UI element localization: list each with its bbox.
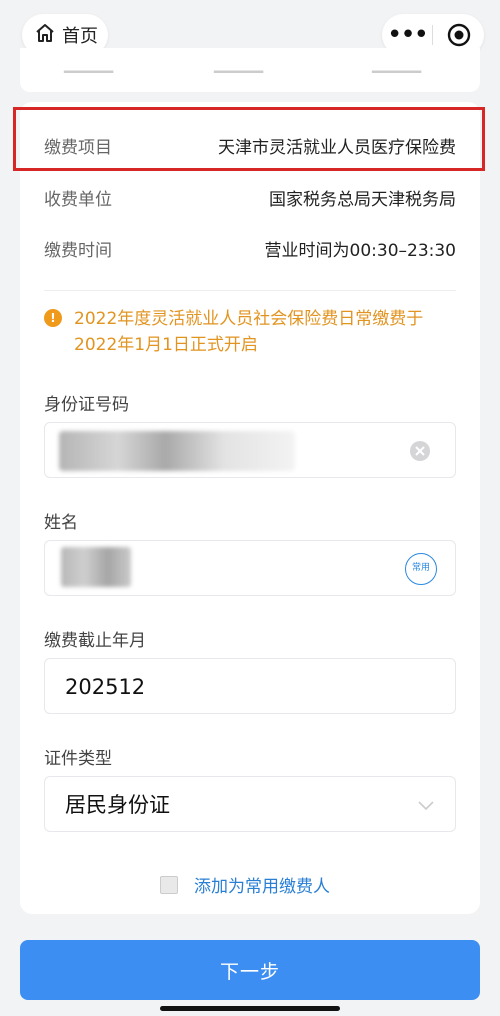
deadline-label: 缴费截止年月: [44, 631, 146, 651]
cert-type-select[interactable]: 居民身份证: [44, 776, 456, 832]
info-key: 收费单位: [44, 190, 112, 210]
notice-line: 2022年1月1日正式开启: [74, 335, 258, 355]
info-key: 缴费项目: [44, 138, 112, 158]
home-label: 首页: [62, 26, 98, 47]
info-value: 天津市灵活就业人员医疗保险费: [218, 138, 456, 158]
add-payer-label[interactable]: 添加为常用缴费人: [194, 872, 330, 897]
divider: [44, 290, 456, 291]
info-key: 缴费时间: [44, 241, 112, 261]
redacted-name-value: [61, 547, 131, 587]
info-icon: !: [44, 309, 62, 327]
info-row-unit: 收费单位 国家税务总局天津税务局: [44, 185, 456, 210]
clear-input-icon[interactable]: [409, 440, 431, 466]
close-miniprogram-icon[interactable]: [433, 23, 484, 47]
name-label: 姓名: [44, 513, 78, 533]
info-row-time: 缴费时间 营业时间为00:30–23:30: [44, 236, 456, 261]
home-indicator: [160, 1006, 340, 1011]
info-value: 国家税务总局天津税务局: [269, 190, 456, 210]
info-value: 营业时间为00:30–23:30: [264, 241, 456, 261]
cert-type-value: 居民身份证: [65, 793, 170, 817]
id-number-field[interactable]: [44, 422, 456, 478]
notice-line: 2022年度灵活就业人员社会保险费日常缴费于: [74, 309, 424, 329]
info-row-item: 缴费项目 天津市灵活就业人员医疗保险费: [44, 133, 456, 158]
deadline-value: 202512: [65, 675, 146, 699]
name-field[interactable]: 常用: [44, 540, 456, 596]
cert-type-label: 证件类型: [44, 749, 112, 769]
redacted-id-value: [59, 431, 295, 471]
deadline-field[interactable]: 202512: [44, 658, 456, 714]
add-frequent-payer[interactable]: 添加为常用缴费人: [160, 872, 330, 897]
id-number-label: 身份证号码: [44, 395, 129, 415]
scrolled-label: ▁▁▁▁: [64, 54, 114, 73]
home-icon: [34, 22, 56, 48]
next-step-button[interactable]: 下一步: [20, 940, 480, 1000]
scrolled-label: ▁▁▁▁: [372, 54, 422, 73]
add-payer-checkbox[interactable]: [160, 875, 178, 894]
chevron-down-icon: [417, 797, 435, 816]
notice-banner: ! 2022年度灵活就业人员社会保险费日常缴费于 2022年1月1日正式开启: [44, 306, 456, 358]
frequent-payer-icon[interactable]: 常用: [405, 553, 437, 585]
scrolled-label: ▁▁▁▁: [214, 54, 264, 73]
notice-text: 2022年度灵活就业人员社会保险费日常缴费于 2022年1月1日正式开启: [74, 306, 423, 358]
